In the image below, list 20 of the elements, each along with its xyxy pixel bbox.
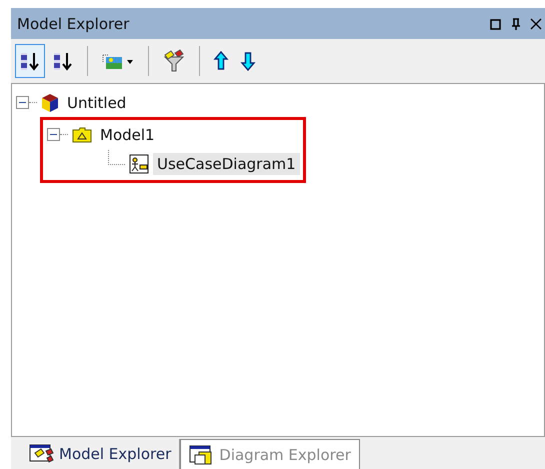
panel-tab[interactable]: Diagram Explorer <box>180 439 360 469</box>
collapse-toggle[interactable] <box>16 96 29 109</box>
down-arrow-icon <box>240 50 256 72</box>
pin-icon[interactable] <box>509 16 523 30</box>
sort-icon <box>19 50 41 72</box>
diagram-icon <box>129 154 149 174</box>
float-icon[interactable] <box>489 16 503 30</box>
filter-icon <box>162 49 186 73</box>
sort-numeric-button[interactable] <box>15 44 45 78</box>
folder-icon <box>72 126 92 142</box>
window-icon <box>29 443 55 465</box>
tree-item[interactable]: UseCaseDiagram1 <box>153 152 300 174</box>
close-icon[interactable] <box>529 16 543 30</box>
collapse-toggle[interactable] <box>47 128 60 141</box>
sort-icon <box>52 50 74 72</box>
panel-title: Model Explorer <box>17 14 130 32</box>
cube-icon <box>41 92 59 112</box>
up-arrow-icon <box>213 50 229 72</box>
tree-item[interactable]: Model1 <box>96 124 159 146</box>
tree-item[interactable]: Untitled <box>63 92 130 114</box>
